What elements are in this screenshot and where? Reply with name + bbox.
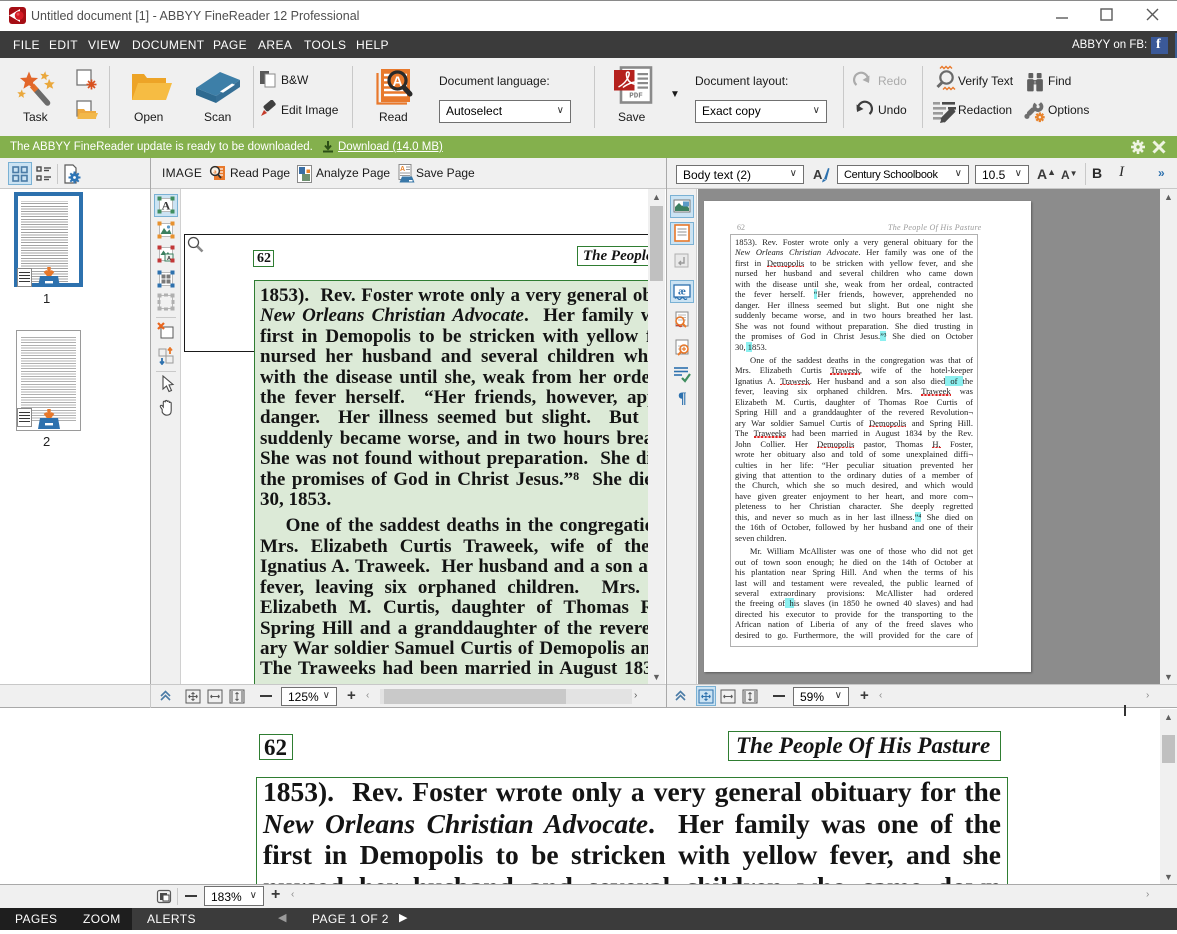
- svg-text:A: A: [400, 166, 405, 173]
- svg-text:A: A: [813, 167, 823, 182]
- svg-text:A: A: [167, 256, 171, 262]
- svg-text:A: A: [392, 73, 402, 89]
- svg-text:PDF: PDF: [629, 93, 643, 101]
- svg-text:æ: æ: [678, 286, 686, 298]
- svg-text:A: A: [162, 199, 171, 213]
